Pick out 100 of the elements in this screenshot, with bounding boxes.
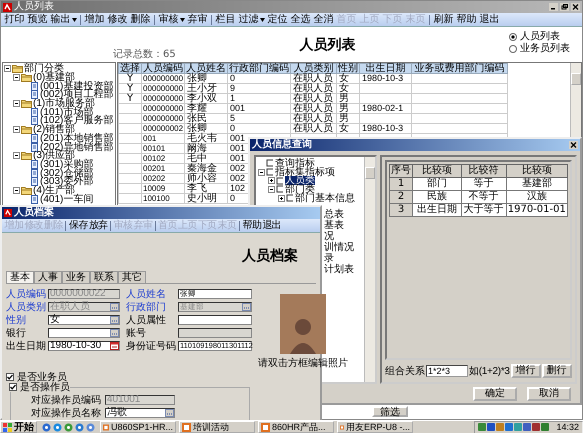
lookup-icon[interactable] — [165, 408, 174, 416]
lookup-icon[interactable] — [110, 328, 119, 336]
tree-item[interactable]: 基表 — [324, 221, 364, 232]
tree-item[interactable]: (101)市场部 — [40, 108, 94, 117]
table-cell: 李飞 — [184, 184, 228, 194]
tab[interactable]: 其它 — [118, 271, 146, 283]
expander-icon[interactable] — [13, 152, 20, 160]
toolbar-button[interactable]: 打印 — [3, 14, 26, 26]
table-cell: 阚海 — [184, 144, 228, 154]
toolbar-button[interactable]: 增加 — [83, 14, 106, 26]
calendar-icon[interactable] — [110, 342, 119, 350]
tree-item[interactable]: (302)仓储部 — [40, 168, 94, 178]
relation-field[interactable]: 1*2*3 — [426, 365, 468, 377]
tree-item[interactable]: (0)基建部 — [33, 73, 76, 82]
tree-item[interactable]: 部门基本信息 — [295, 194, 355, 203]
toolbar-button[interactable]: 帮助 — [455, 14, 478, 26]
column-header[interactable]: 出生日期 — [360, 64, 412, 74]
expander-icon[interactable] — [258, 168, 265, 176]
tree-item[interactable]: 总表 — [324, 210, 364, 220]
toolbar-button[interactable]: 全消 — [312, 14, 335, 26]
table-cell — [360, 84, 412, 94]
close-icon[interactable] — [569, 141, 578, 149]
table-cell — [360, 94, 412, 104]
taskbar-button[interactable]: 用友ERP-U8 -... — [337, 421, 413, 433]
start-button[interactable]: 开始 — [0, 421, 37, 433]
toolbar-button[interactable]: 退出 — [478, 14, 501, 26]
scrollbar[interactable] — [364, 157, 375, 382]
view-radio[interactable]: 人员列表 — [509, 31, 570, 42]
toolbar-button[interactable]: 删除 — [129, 14, 152, 26]
table-cell: 女 — [336, 124, 360, 134]
tree-item[interactable]: 录 — [324, 254, 364, 264]
toolbar-button[interactable]: 预览 — [26, 14, 49, 26]
toolbar-button[interactable]: 退出 — [262, 220, 282, 232]
toolbar-button[interactable]: 帮助 — [242, 220, 262, 232]
row-button[interactable]: 删行 — [542, 364, 572, 378]
menu-button[interactable]: 审核 — [157, 14, 186, 26]
checkbox[interactable]: 是否业务员 — [6, 372, 316, 382]
input-field[interactable] — [178, 314, 252, 324]
tree-item[interactable]: (202)异地销售部 — [40, 142, 114, 152]
expander-icon[interactable] — [13, 186, 20, 194]
app-logo-icon — [3, 2, 12, 12]
column-header[interactable]: 选择 — [118, 64, 142, 74]
dialog-button[interactable]: 取消 — [527, 387, 571, 401]
row-button[interactable]: 增行 — [510, 364, 541, 378]
column-header[interactable]: 人员编码 — [142, 64, 185, 74]
lookup-icon[interactable] — [110, 316, 119, 324]
expander-icon[interactable] — [268, 177, 275, 184]
input-field[interactable] — [48, 328, 120, 338]
taskbar-button[interactable]: 培训活动 — [179, 421, 255, 433]
tree-item[interactable]: 训情况 — [324, 243, 364, 254]
tab[interactable]: 联系 — [90, 271, 118, 283]
tree-item[interactable]: (102)客户服务部 — [40, 116, 114, 126]
expander-icon[interactable] — [4, 65, 11, 72]
column-header[interactable]: 业务或费用部门编码 — [412, 64, 508, 74]
toolbar-button[interactable]: 刷新 — [432, 14, 455, 26]
toolbar-button[interactable]: 放弃 — [88, 220, 108, 232]
column-header[interactable]: 人员姓名 — [184, 64, 228, 74]
toolbar-button[interactable]: 修改 — [106, 14, 129, 26]
tree-item[interactable]: (301)采购部 — [40, 160, 94, 169]
tree-item[interactable]: (303)委外部 — [40, 177, 94, 186]
menu-button[interactable]: 过滤 — [237, 14, 266, 26]
expander-icon[interactable] — [13, 126, 20, 134]
tab[interactable]: 业务 — [62, 271, 90, 283]
app-icon — [261, 422, 270, 432]
input-field[interactable]: 冯歌 — [105, 408, 175, 418]
tree-item[interactable]: (401)一车间 — [40, 194, 94, 204]
expander-icon[interactable] — [13, 100, 20, 108]
menu-button[interactable]: 输出 — [49, 14, 78, 26]
expander-icon[interactable] — [268, 186, 275, 193]
tree-item[interactable]: (3)供应部 — [33, 151, 76, 160]
toolbar-button[interactable]: 栏目 — [214, 14, 237, 26]
tree-item[interactable]: (1)市场服务部 — [33, 99, 96, 108]
column-header[interactable]: 行政部门编码 — [228, 64, 291, 74]
expander-icon[interactable] — [278, 194, 285, 202]
taskbar-button[interactable]: 860HR产品... — [258, 421, 334, 433]
toolbar-button[interactable]: 弃审 — [186, 14, 209, 26]
tab[interactable]: 人事 — [34, 271, 62, 283]
caret-icon — [72, 18, 76, 22]
tree-item[interactable]: 计划表 — [324, 265, 364, 276]
tree-item[interactable]: (2)销售部 — [33, 125, 76, 134]
dialog-button[interactable]: 确定 — [473, 387, 517, 401]
tree-item[interactable]: 况 — [324, 232, 364, 242]
folder-icon — [21, 151, 32, 160]
checkbox[interactable]: 是否操作员 — [9, 382, 70, 392]
tab[interactable]: 基本 — [6, 271, 34, 283]
taskbar-button[interactable]: U860SP1-HR... — [100, 421, 176, 433]
input-field[interactable]: 1980-10-30 — [48, 340, 120, 350]
tree-item[interactable]: (201)本地销售部 — [40, 134, 114, 143]
filter-button[interactable]: 筛选 — [372, 406, 408, 416]
column-header[interactable]: 人员类别 — [290, 64, 337, 74]
expander-icon[interactable] — [13, 74, 20, 82]
toolbar-button[interactable]: 保存 — [68, 220, 88, 232]
tree-item[interactable]: 部门分类 — [24, 64, 64, 74]
input-field[interactable]: 女 — [48, 314, 120, 324]
toolbar-button[interactable]: 全选 — [289, 14, 312, 26]
view-radio[interactable]: 业务员列表 — [509, 43, 570, 54]
column-header[interactable]: 性别 — [336, 64, 360, 74]
table-cell — [118, 184, 142, 194]
tree-item[interactable]: (4)生产部 — [33, 186, 76, 195]
toolbar-button[interactable]: 定位 — [266, 14, 289, 26]
